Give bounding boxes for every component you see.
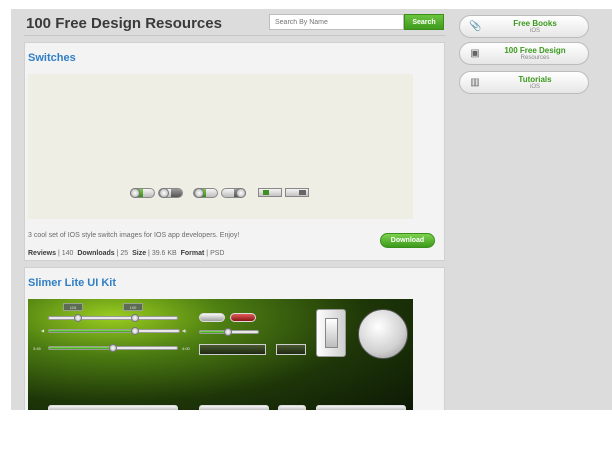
slider-graphic bbox=[48, 344, 178, 352]
volume-low-icon: ◀ bbox=[41, 328, 45, 333]
resource-description: 3 cool set of IOS style switch images fo… bbox=[28, 232, 240, 239]
downloads-label: Downloads bbox=[77, 250, 115, 257]
bar-graphic bbox=[316, 405, 406, 410]
sidebar-item-subtitle: Resources bbox=[520, 55, 550, 61]
volume-high-icon: ◀) bbox=[182, 328, 187, 333]
switch-graphic bbox=[221, 188, 246, 198]
resource-meta: Reviews | 140 Downloads | 25 Size | 39.6… bbox=[28, 250, 225, 257]
slider-tag: 115 bbox=[63, 303, 83, 311]
resource-card-switches: Switches 3 cool set of IOS style switch … bbox=[24, 42, 445, 261]
sidebar-item-subtitle: iOS bbox=[529, 28, 540, 34]
time-end: 4:00 bbox=[182, 346, 190, 351]
toggle-graphic bbox=[230, 313, 256, 322]
resource-title-link[interactable]: Switches bbox=[28, 52, 76, 64]
time-start: 3:45 bbox=[33, 346, 41, 351]
sidebar-item-subtitle: iOS bbox=[529, 84, 540, 90]
bar-graphic bbox=[278, 405, 306, 410]
sidebar-item-free-books[interactable]: 📎 Free Books iOS bbox=[459, 15, 589, 38]
book-icon: ▥ bbox=[470, 77, 480, 88]
image-icon: ▣ bbox=[470, 48, 480, 59]
bar-graphic bbox=[48, 405, 178, 410]
sidebar-item-free-design[interactable]: ▣ 100 Free Design Resources bbox=[459, 42, 589, 65]
app-window: 100 Free Design Resources Search Switche… bbox=[0, 0, 612, 450]
sidebar-item-title: Tutorials bbox=[518, 75, 552, 84]
reviews-count: 140 bbox=[61, 250, 74, 257]
switch-plate-graphic bbox=[316, 309, 346, 357]
resource-title-link[interactable]: Slimer Lite UI Kit bbox=[28, 277, 116, 289]
knob-graphic bbox=[358, 309, 408, 359]
header-divider bbox=[24, 35, 445, 36]
ui-kit-preview-image[interactable]: 115 100 ◀ ◀) 3:45 4:00 bbox=[28, 299, 413, 410]
paperclip-icon: 📎 bbox=[469, 21, 482, 32]
sidebar-item-title: Free Books bbox=[513, 19, 557, 28]
search-button[interactable]: Search bbox=[404, 14, 444, 30]
resource-card-slimer: Slimer Lite UI Kit 115 100 ◀ ◀) 3:45 4:0… bbox=[24, 267, 445, 410]
size-label: Size bbox=[132, 250, 147, 257]
switch-graphic bbox=[285, 188, 309, 197]
page-frame: 100 Free Design Resources Search Switche… bbox=[11, 9, 612, 410]
search-input[interactable] bbox=[269, 14, 404, 30]
sidebar-item-tutorials[interactable]: ▥ Tutorials iOS bbox=[459, 71, 589, 94]
sidebar-item-title: 100 Free Design bbox=[504, 46, 566, 55]
toggle-graphic bbox=[199, 313, 225, 322]
page-title: 100 Free Design Resources bbox=[26, 15, 222, 32]
switch-preview-image[interactable] bbox=[28, 74, 413, 219]
switch-graphic bbox=[130, 188, 155, 198]
switch-graphic bbox=[193, 188, 218, 198]
slider-graphic bbox=[48, 314, 178, 322]
downloads-count: 25 bbox=[120, 250, 129, 257]
format-label: Format bbox=[180, 250, 205, 257]
stepper-graphic bbox=[199, 328, 259, 336]
arrow-buttons-graphic bbox=[276, 344, 306, 355]
switch-graphic bbox=[158, 188, 183, 198]
slider-tag: 100 bbox=[123, 303, 143, 311]
file-size: 39.6 KB bbox=[151, 250, 177, 257]
download-button[interactable]: Download bbox=[380, 233, 435, 248]
bar-graphic bbox=[199, 405, 269, 410]
reviews-label: Reviews bbox=[28, 250, 57, 257]
segmented-control-graphic bbox=[199, 344, 266, 355]
slider-graphic bbox=[48, 327, 180, 335]
file-format: PSD bbox=[210, 250, 225, 257]
switch-graphic bbox=[258, 188, 282, 197]
